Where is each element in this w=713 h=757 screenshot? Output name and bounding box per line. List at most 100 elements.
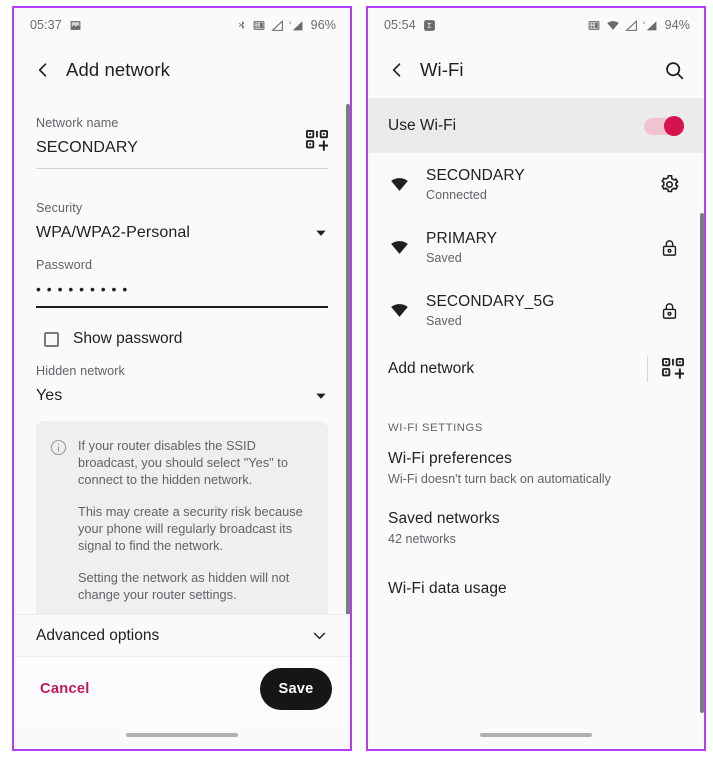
network-status: Connected (426, 188, 487, 202)
info-paragraph: This may create a security risk because … (78, 504, 303, 553)
screenshot-stage: 05:37 x 96% Add network Network name SEC… (0, 0, 713, 757)
signal-sim1-icon (624, 19, 638, 32)
password-input[interactable]: • • • • • • • • • (36, 281, 328, 297)
network-name-input[interactable]: SECONDARY (36, 139, 328, 157)
lock-icon (654, 301, 684, 321)
back-chevron-icon[interactable] (384, 57, 410, 83)
hidden-network-field[interactable]: Hidden network Yes (36, 348, 328, 405)
wifi-full-icon (388, 175, 418, 194)
add-network-row[interactable]: Add network (368, 342, 704, 396)
wifi-icon (606, 19, 620, 32)
settings-item-wifi-preferences[interactable]: Wi-Fi preferences Wi-Fi doesn't turn bac… (368, 438, 704, 494)
info-circle-icon (50, 439, 67, 603)
vpn-key-icon (587, 19, 601, 32)
cancel-button[interactable]: Cancel (40, 681, 90, 697)
wifi-full-icon (388, 301, 418, 320)
toggle-knob (664, 115, 684, 136)
chevron-down-icon[interactable] (311, 627, 328, 644)
settings-item-wifi-data-usage[interactable]: Wi-Fi data usage (368, 554, 704, 606)
left-scrollbar-thumb[interactable] (346, 104, 350, 694)
network-text: PRIMARY Saved (426, 230, 497, 265)
svg-text:Σ: Σ (427, 23, 432, 30)
add-network-form: Network name SECONDARY Security WPA/WPA2… (14, 98, 350, 656)
gesture-pill[interactable] (126, 733, 238, 737)
info-paragraph: Setting the network as hidden will not c… (78, 570, 290, 602)
settings-item-title: Wi-Fi preferences (388, 450, 513, 467)
svg-text:x: x (643, 19, 646, 24)
advanced-options-label: Advanced options (36, 626, 160, 644)
settings-item-title: Saved networks (388, 510, 500, 527)
network-name: SECONDARY_5G (426, 293, 555, 310)
show-password-row[interactable]: Show password (36, 330, 328, 348)
page-title: Add network (66, 59, 170, 80)
signal-sim2-icon: x (643, 19, 658, 32)
status-bar-left: 05:37 (30, 18, 82, 32)
vpn-key-icon (252, 19, 266, 32)
right-app-bar: Wi-Fi (368, 42, 704, 98)
advanced-options-row[interactable]: Advanced options (14, 614, 350, 656)
show-password-checkbox[interactable] (44, 331, 59, 347)
use-wifi-row[interactable]: Use Wi-Fi (368, 98, 704, 153)
gesture-pill[interactable] (480, 733, 592, 737)
settings-item-saved-networks[interactable]: Saved networks 42 networks (368, 494, 704, 554)
battery-percent: 96% (310, 18, 336, 32)
status-bar-right: x 94% (587, 18, 690, 32)
network-status: Saved (426, 251, 462, 265)
status-bar-left: 05:54 Σ (384, 18, 436, 32)
battery-percent: 94% (664, 18, 690, 32)
back-chevron-icon[interactable] (30, 57, 56, 83)
bluetooth-icon (237, 18, 247, 32)
wifi-settings-scroll[interactable]: Use Wi-Fi SECONDARY Connected PRIMARY Sa… (368, 98, 704, 721)
add-network-label: Add network (388, 360, 475, 377)
security-field[interactable]: Security WPA/WPA2-Personal (36, 169, 328, 242)
hidden-network-info-box: If your router disables the SSID broadca… (36, 421, 328, 621)
network-text: SECONDARY Connected (426, 167, 525, 202)
info-paragraph: If your router disables the SSID broadca… (78, 438, 288, 487)
network-text: SECONDARY_5G Saved (426, 293, 554, 328)
right-gesture-bar (368, 721, 704, 749)
qr-scan-icon[interactable] (648, 358, 684, 380)
password-field[interactable]: Password • • • • • • • • • (36, 242, 328, 308)
sigma-badge-icon: Σ (423, 19, 436, 32)
signal-sim1-icon (270, 19, 284, 32)
network-list-item[interactable]: SECONDARY_5G Saved (368, 279, 704, 342)
search-icon[interactable] (660, 56, 688, 84)
status-bar-clock: 05:54 (384, 18, 416, 32)
save-button[interactable]: Save (260, 668, 332, 710)
form-action-bar: Cancel Save (14, 656, 350, 721)
network-name: SECONDARY (426, 167, 525, 184)
hidden-network-label: Hidden network (36, 364, 125, 378)
show-password-label: Show password (73, 330, 183, 347)
password-label: Password (36, 258, 93, 272)
left-status-bar: 05:37 x 96% (14, 8, 350, 42)
use-wifi-toggle[interactable] (644, 115, 684, 136)
settings-item-subtitle: Wi-Fi doesn't turn back on automatically (388, 472, 611, 486)
hidden-network-value: Yes (36, 387, 63, 404)
left-gesture-bar (14, 721, 350, 749)
network-name-field[interactable]: Network name SECONDARY (36, 98, 328, 169)
settings-item-title: Wi-Fi data usage (388, 580, 507, 597)
settings-item-subtitle: 42 networks (388, 532, 456, 546)
signal-sim2-icon: x (289, 19, 304, 32)
chevron-down-icon[interactable] (314, 389, 328, 403)
right-scrollbar-thumb[interactable] (700, 213, 704, 713)
network-status: Saved (426, 314, 462, 328)
lock-icon (654, 238, 684, 258)
qr-scan-icon[interactable] (302, 126, 332, 156)
status-bar-right: x 96% (237, 18, 336, 32)
network-name: PRIMARY (426, 230, 498, 247)
chevron-down-icon[interactable] (314, 226, 328, 240)
image-icon (69, 19, 82, 32)
right-phone-frame: 05:54 Σ x 94% Wi-Fi Use Wi-Fi SECONDARY … (366, 6, 706, 751)
add-network-form-scroll[interactable]: Network name SECONDARY Security WPA/WPA2… (14, 98, 350, 656)
gear-icon[interactable] (654, 174, 684, 195)
page-title: Wi-Fi (420, 59, 464, 80)
hidden-network-select[interactable]: Yes (36, 387, 328, 405)
password-underline (36, 306, 328, 308)
info-box-text: If your router disables the SSID broadca… (78, 437, 312, 603)
security-select[interactable]: WPA/WPA2-Personal (36, 224, 328, 242)
network-list-item[interactable]: SECONDARY Connected (368, 153, 704, 216)
use-wifi-label: Use Wi-Fi (388, 116, 457, 134)
network-name-label: Network name (36, 116, 119, 130)
network-list-item[interactable]: PRIMARY Saved (368, 216, 704, 279)
